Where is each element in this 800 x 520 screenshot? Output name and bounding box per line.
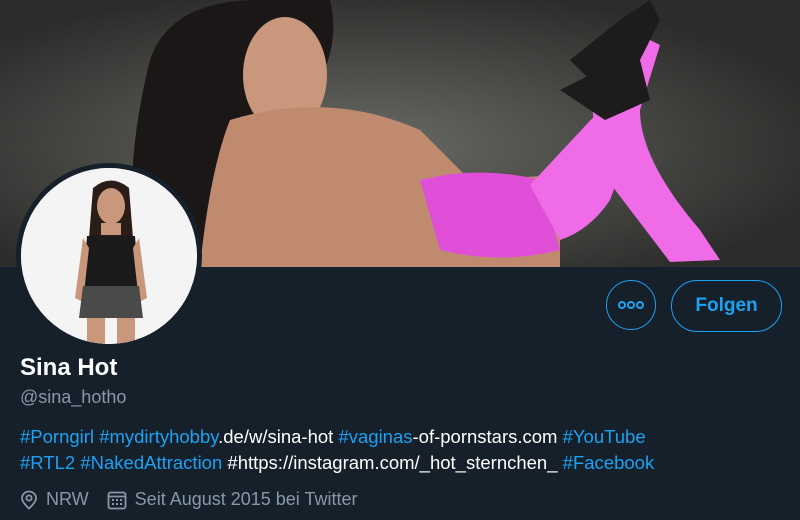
location-item: NRW	[20, 489, 89, 510]
hashtag-facebook[interactable]: #Facebook	[563, 452, 655, 473]
profile-meta: NRW Seit August 2015 bei Twitter	[20, 489, 375, 510]
hashtag-porngirl[interactable]: #Porngirl	[20, 426, 94, 447]
avatar[interactable]	[21, 168, 197, 344]
location-text: NRW	[46, 489, 89, 509]
hashtag-youtube[interactable]: #YouTube	[563, 426, 646, 447]
bio-line-1: #Porngirl #mydirtyhobby.de/w/sina-hot #v…	[20, 424, 780, 450]
hashtag-rtl2[interactable]: #RTL2	[20, 452, 75, 473]
hashtag-vaginas[interactable]: #vaginas	[338, 426, 412, 447]
profile-name: Sina Hot	[20, 354, 118, 381]
joined-item: Seit August 2015 bei Twitter	[107, 489, 358, 510]
bio-line-2: #RTL2 #NakedAttraction #https://instagra…	[20, 450, 780, 476]
hashtag-nakedattraction[interactable]: #NakedAttraction	[80, 452, 222, 473]
profile-handle: @sina_hotho	[20, 387, 127, 407]
bio-text: #https://instagram.com/_hot_sternchen_	[227, 452, 558, 473]
follow-button[interactable]: Folgen	[671, 280, 782, 332]
bio-text: .de/w/sina-hot	[218, 426, 334, 447]
location-pin-icon	[21, 490, 37, 510]
more-dots-icon	[618, 301, 644, 309]
joined-text: Seit August 2015 bei Twitter	[134, 489, 358, 509]
more-options-button[interactable]	[606, 280, 656, 330]
bio-text: -of-pornstars.com	[412, 426, 558, 447]
avatar-photo	[21, 168, 197, 344]
calendar-icon	[107, 491, 127, 509]
hashtag-mydirtyhobby[interactable]: #mydirtyhobby	[99, 426, 218, 447]
profile-bio: #Porngirl #mydirtyhobby.de/w/sina-hot #v…	[20, 424, 780, 476]
